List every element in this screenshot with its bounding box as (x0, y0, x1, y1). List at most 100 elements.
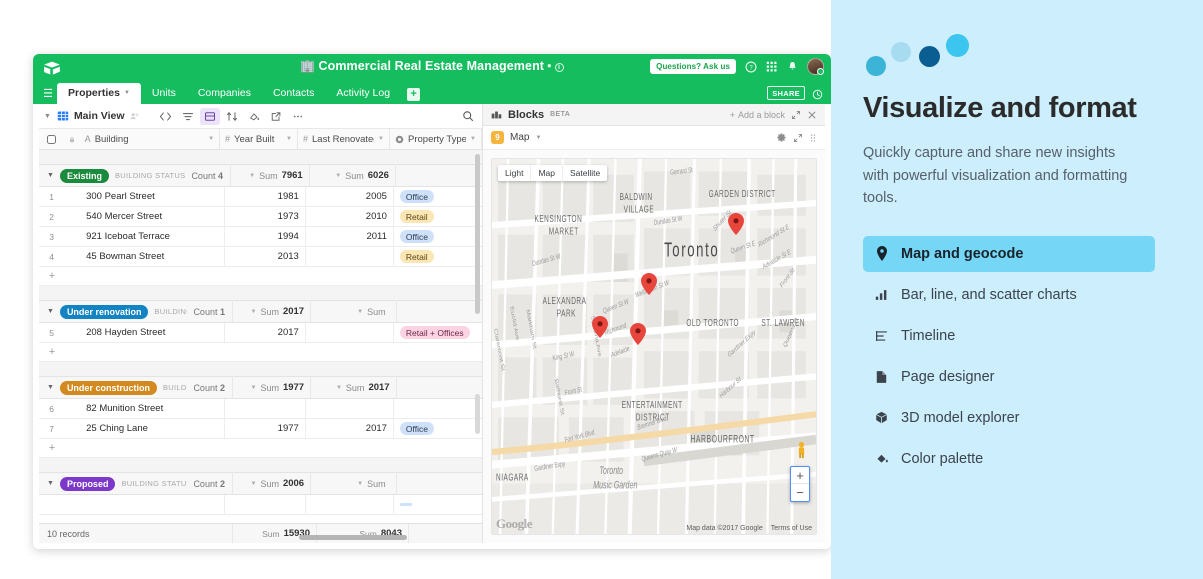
cell-property-type[interactable] (394, 495, 482, 515)
table-row[interactable]: 5 208 Hayden Street 2017 Retail + Office… (39, 322, 482, 343)
plus-icon[interactable]: + (39, 442, 65, 454)
chevron-down-icon[interactable]: ▼ (286, 136, 292, 142)
column-header-property-type[interactable]: Property Type ▼ (390, 128, 482, 150)
group-sum-renovated[interactable]: ▼ Sum (311, 300, 397, 323)
bell-icon[interactable] (787, 61, 798, 72)
collapse-triangle-icon[interactable]: ▼ (47, 308, 54, 315)
group-sum-renovated[interactable]: ▼ Sum 2017 (311, 376, 397, 399)
group-sum-year[interactable]: ▼ Sum 1977 (233, 376, 312, 399)
cell-property-type[interactable]: Office (394, 227, 482, 247)
cell-building[interactable]: 540 Mercer Street (80, 206, 226, 227)
cell-building[interactable]: 45 Bowman Street (80, 246, 226, 267)
cell-building[interactable]: 82 Munition Street (80, 398, 226, 419)
map-block[interactable]: BALDWIN VILLAGE GARDEN DISTRICT KENSINGT… (491, 158, 817, 535)
promo-item-color-palette[interactable]: Color palette (863, 441, 1171, 477)
cell-year-built[interactable] (225, 398, 306, 419)
add-record-row[interactable]: + (39, 439, 482, 458)
color-icon[interactable] (244, 108, 264, 125)
cell-year-built[interactable]: 1977 (225, 418, 306, 439)
table-row[interactable]: 2 540 Mercer Street 1973 2010 Retail (39, 206, 482, 227)
column-header-building[interactable]: A Building ▼ (80, 128, 221, 150)
map-canvas[interactable]: BALDWIN VILLAGE GARDEN DISTRICT KENSINGT… (492, 159, 816, 534)
table-row[interactable]: 4 45 Bowman Street 2013 Retail (39, 246, 482, 267)
row-expand-slot[interactable] (64, 495, 80, 515)
view-sidebar-toggle-icon[interactable]: ▼ (44, 113, 51, 120)
cell-last-renovated[interactable]: 2010 (306, 206, 394, 227)
tab-contacts[interactable]: Contacts (262, 83, 325, 104)
chevron-down-icon[interactable]: ▼ (535, 135, 541, 141)
hide-fields-icon[interactable] (156, 108, 176, 125)
drag-handle-icon[interactable] (809, 133, 817, 143)
promo-item-3d-model-explorer[interactable]: 3D model explorer (863, 400, 1171, 436)
group-header[interactable]: ▼ Under renovation BUILDING ST Count 1 ▼… (39, 300, 482, 323)
ask-us-button[interactable]: Questions? Ask us (650, 59, 736, 74)
add-block-button[interactable]: + Add a block (730, 110, 785, 120)
map-layer-light[interactable]: Light (498, 165, 532, 181)
group-header[interactable]: ▼ Proposed BUILDING STATUS Count 2 ▼ Sum 2… (39, 472, 482, 495)
history-icon[interactable] (812, 89, 823, 100)
footer-sum-renovated[interactable]: Sum 8043 (317, 523, 409, 543)
cell-property-type[interactable] (394, 399, 482, 419)
cell-property-type[interactable]: Retail (394, 207, 482, 227)
grid-rows-scroll-area[interactable]: ▼ Existing BUILDING STATUS Count 4 ▼ Sum 7… (39, 150, 482, 523)
cell-last-renovated[interactable] (306, 246, 394, 267)
add-table-button[interactable]: + (407, 88, 421, 101)
cell-building[interactable] (80, 494, 226, 515)
add-record-row[interactable]: + (39, 343, 482, 362)
group-sum-year[interactable]: ▼ Sum 7961 (231, 164, 310, 187)
add-record-row[interactable]: + (39, 267, 482, 286)
cell-property-type[interactable]: Retail (394, 247, 482, 267)
footer-sum-year[interactable]: Sum 15930 (233, 523, 317, 543)
tab-units[interactable]: Units (141, 83, 187, 104)
cell-building[interactable]: 300 Pearl Street (80, 186, 226, 207)
help-icon[interactable]: ? (745, 61, 757, 73)
cell-building[interactable]: 921 Iceboat Terrace (80, 226, 226, 247)
row-expand-slot[interactable] (64, 323, 80, 343)
row-expand-slot[interactable] (64, 419, 80, 439)
map-layer-satellite[interactable]: Satellite (563, 165, 607, 181)
sort-icon[interactable] (222, 108, 242, 125)
plus-icon[interactable]: + (39, 346, 65, 358)
promo-item-bar-line-and-scatter-charts[interactable]: Bar, line, and scatter charts (863, 277, 1171, 313)
view-name[interactable]: Main View (74, 110, 125, 122)
avatar[interactable] (807, 58, 824, 75)
group-sum-renovated[interactable]: ▼ Sum 6026 (310, 164, 396, 187)
table-row[interactable]: 6 82 Munition Street (39, 398, 482, 419)
map-pin-icon[interactable] (728, 213, 744, 235)
table-row[interactable]: 1 300 Pearl Street 1981 2005 Office (39, 186, 482, 207)
more-options-icon[interactable] (288, 108, 308, 125)
chevron-down-icon[interactable]: ▼ (124, 90, 130, 96)
share-button[interactable]: SHARE (767, 86, 805, 100)
chevron-down-icon[interactable]: ▼ (470, 136, 476, 142)
zoom-in-button[interactable]: + (791, 467, 809, 484)
plus-icon[interactable]: + (39, 270, 65, 282)
map-pin-icon[interactable] (592, 316, 608, 338)
column-header-last-renovated[interactable]: # Last Renovated ▼ (298, 128, 390, 150)
row-expand-slot[interactable] (64, 207, 80, 227)
collapse-triangle-icon[interactable]: ▼ (47, 480, 54, 487)
cell-property-type[interactable]: Retail + Offices (394, 323, 482, 343)
grid-vertical-scrollbar[interactable] (475, 154, 480, 314)
map-pin-icon[interactable] (630, 323, 646, 345)
apps-grid-icon[interactable] (766, 61, 778, 73)
terms-of-use-link[interactable]: Terms of Use (771, 525, 812, 532)
cell-year-built[interactable]: 1973 (225, 206, 306, 227)
cell-property-type[interactable]: Office (394, 419, 482, 439)
cell-last-renovated[interactable]: 2017 (306, 418, 394, 439)
checkbox[interactable] (46, 134, 56, 144)
table-row[interactable]: 3 921 Iceboat Terrace 1994 2011 Office (39, 226, 482, 247)
cell-last-renovated[interactable] (306, 494, 394, 515)
promo-item-page-designer[interactable]: Page designer (863, 359, 1171, 395)
search-icon[interactable] (462, 110, 474, 122)
cell-year-built[interactable]: 1994 (225, 226, 306, 247)
cell-last-renovated[interactable]: 2005 (306, 186, 394, 207)
column-header-year-built[interactable]: # Year Built ▼ (220, 128, 298, 150)
tab-activity-log[interactable]: Activity Log (325, 83, 401, 104)
expand-icon[interactable] (791, 110, 801, 120)
sidebar-toggle-icon[interactable]: ☰ (39, 83, 57, 104)
map-layer-map[interactable]: Map (531, 165, 563, 181)
fullscreen-icon[interactable] (793, 133, 803, 143)
cell-last-renovated[interactable] (306, 322, 394, 343)
info-icon[interactable]: i (554, 63, 564, 72)
group-header[interactable]: ▼ Under construction BUILDING Count 2 ▼S… (39, 376, 482, 399)
